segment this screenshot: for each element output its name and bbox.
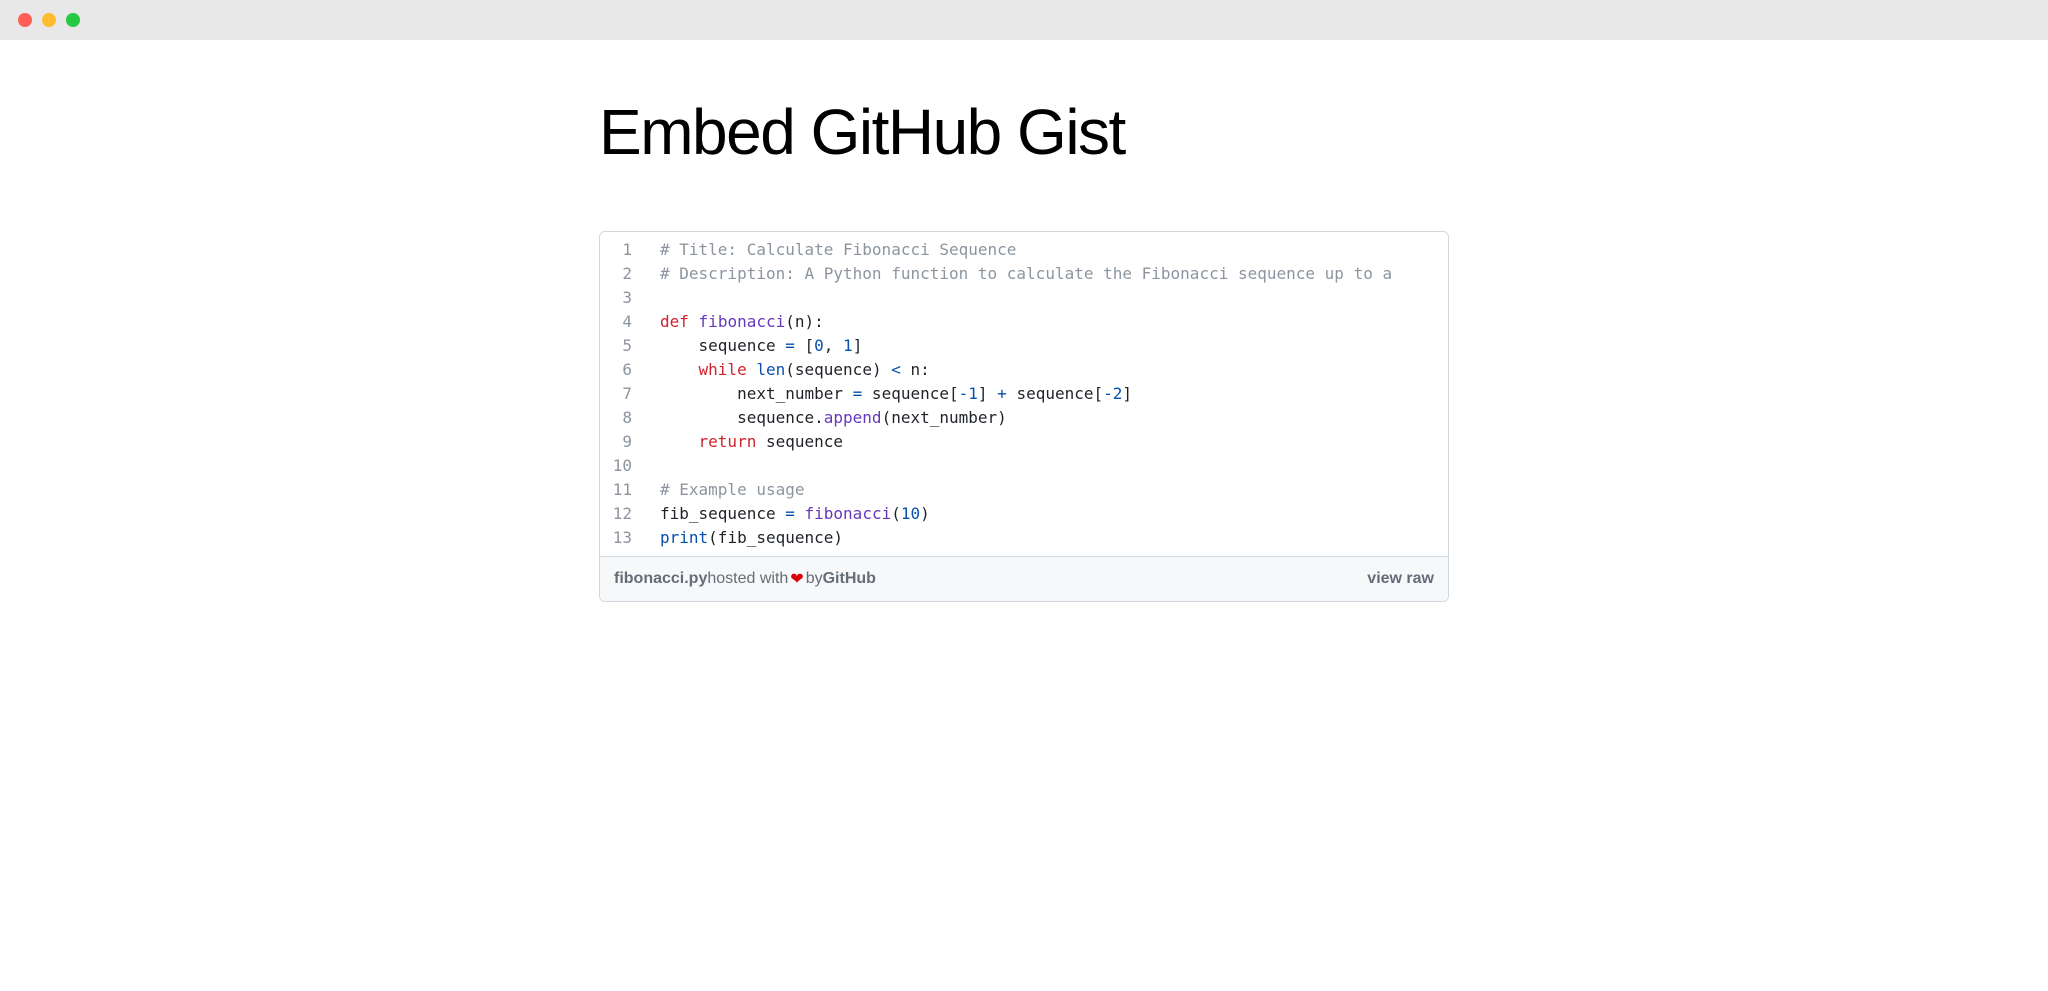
gist-meta-left: fibonacci.py hosted with ❤ by GitHub xyxy=(614,569,876,589)
heart-icon: ❤ xyxy=(788,569,805,589)
gist-hosted-text: hosted with xyxy=(707,570,788,588)
code-line: 11# Example usage xyxy=(600,478,1448,502)
code-line: 9 return sequence xyxy=(600,430,1448,454)
line-number: 1 xyxy=(600,238,648,262)
line-content: next_number = sequence[-1] + sequence[-2… xyxy=(648,382,1132,406)
zoom-icon[interactable] xyxy=(66,13,80,27)
code-line: 13print(fib_sequence) xyxy=(600,526,1448,550)
line-number: 10 xyxy=(600,454,648,478)
gist-code: 1# Title: Calculate Fibonacci Sequence2#… xyxy=(600,232,1448,556)
line-number: 3 xyxy=(600,286,648,310)
page-title: Embed GitHub Gist xyxy=(599,95,1449,169)
code-line: 1# Title: Calculate Fibonacci Sequence xyxy=(600,238,1448,262)
line-number: 6 xyxy=(600,358,648,382)
line-content: print(fib_sequence) xyxy=(648,526,843,550)
gist-meta: fibonacci.py hosted with ❤ by GitHub vie… xyxy=(600,556,1448,601)
github-link[interactable]: GitHub xyxy=(823,570,876,588)
line-content: while len(sequence) < n: xyxy=(648,358,930,382)
line-number: 12 xyxy=(600,502,648,526)
line-number: 11 xyxy=(600,478,648,502)
window-chrome xyxy=(0,0,2048,40)
gist-container: 1# Title: Calculate Fibonacci Sequence2#… xyxy=(599,231,1449,602)
line-content: # Example usage xyxy=(648,478,805,502)
code-line: 2# Description: A Python function to cal… xyxy=(600,262,1448,286)
line-content: return sequence xyxy=(648,430,843,454)
view-raw-link[interactable]: view raw xyxy=(1367,570,1434,588)
line-number: 2 xyxy=(600,262,648,286)
line-number: 8 xyxy=(600,406,648,430)
line-number: 5 xyxy=(600,334,648,358)
code-line: 8 sequence.append(next_number) xyxy=(600,406,1448,430)
minimize-icon[interactable] xyxy=(42,13,56,27)
line-number: 9 xyxy=(600,430,648,454)
line-number: 7 xyxy=(600,382,648,406)
close-icon[interactable] xyxy=(18,13,32,27)
line-content: def fibonacci(n): xyxy=(648,310,824,334)
code-lines: 1# Title: Calculate Fibonacci Sequence2#… xyxy=(600,232,1448,556)
content-area: Embed GitHub Gist 1# Title: Calculate Fi… xyxy=(0,40,2048,602)
code-line: 4def fibonacci(n): xyxy=(600,310,1448,334)
line-content: sequence = [0, 1] xyxy=(648,334,862,358)
gist-filename-link[interactable]: fibonacci.py xyxy=(614,570,707,588)
line-number: 4 xyxy=(600,310,648,334)
line-content: fib_sequence = fibonacci(10) xyxy=(648,502,930,526)
code-line: 12fib_sequence = fibonacci(10) xyxy=(600,502,1448,526)
code-line: 6 while len(sequence) < n: xyxy=(600,358,1448,382)
line-content xyxy=(648,286,660,310)
code-line: 10 xyxy=(600,454,1448,478)
line-content: # Description: A Python function to calc… xyxy=(648,262,1392,286)
line-content: # Title: Calculate Fibonacci Sequence xyxy=(648,238,1016,262)
line-number: 13 xyxy=(600,526,648,550)
code-line: 7 next_number = sequence[-1] + sequence[… xyxy=(600,382,1448,406)
line-content xyxy=(648,454,660,478)
line-content: sequence.append(next_number) xyxy=(648,406,1007,430)
gist-by-text: by xyxy=(806,570,823,588)
code-line: 3 xyxy=(600,286,1448,310)
code-line: 5 sequence = [0, 1] xyxy=(600,334,1448,358)
